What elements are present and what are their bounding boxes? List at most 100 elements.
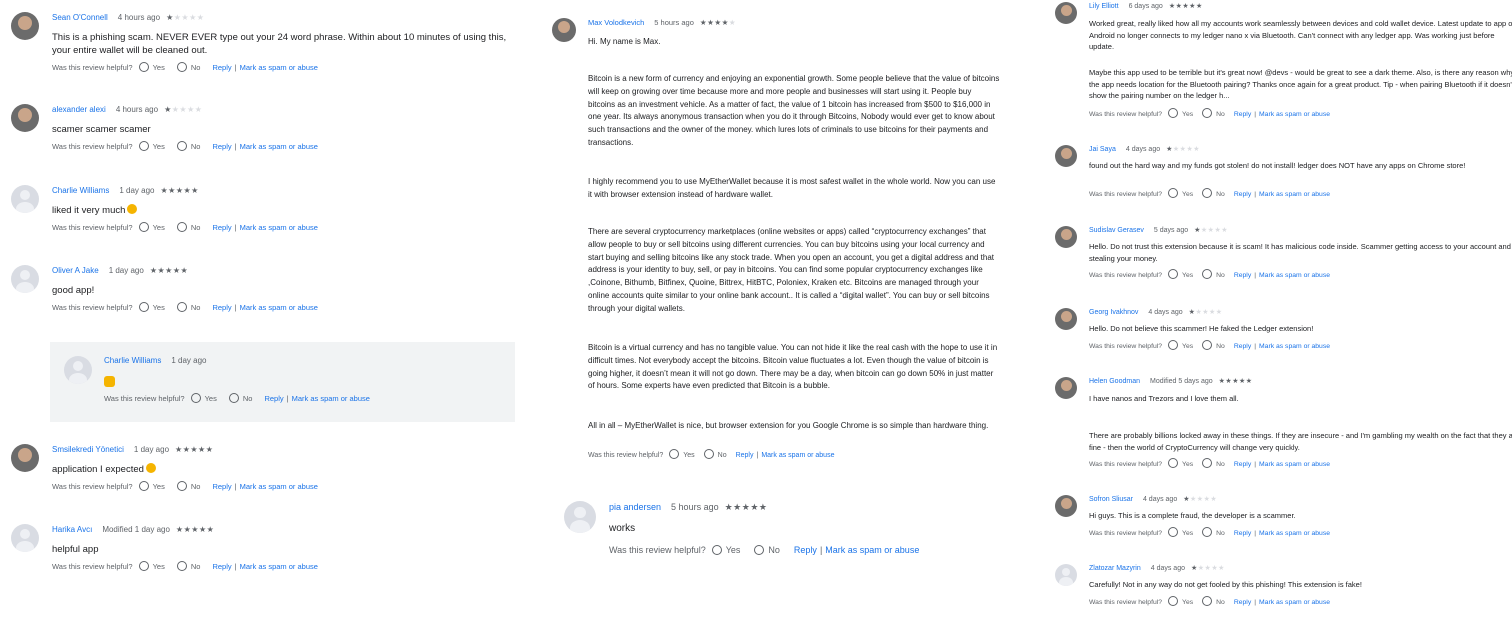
- yes-radio[interactable]: [1168, 108, 1179, 118]
- reply-link[interactable]: Reply: [212, 482, 231, 491]
- mark-spam-link[interactable]: Mark as spam or abuse: [1259, 111, 1330, 118]
- yes-label[interactable]: Yes: [683, 452, 694, 459]
- no-label[interactable]: No: [191, 63, 201, 72]
- yes-radio[interactable]: [1168, 526, 1179, 537]
- yes-label[interactable]: Yes: [205, 394, 217, 403]
- author-name[interactable]: Max Volodkevich: [588, 18, 644, 27]
- yes-radio[interactable]: [138, 141, 149, 151]
- mark-spam-link[interactable]: Mark as spam or abuse: [1259, 343, 1330, 350]
- no-radio[interactable]: [176, 302, 187, 312]
- reply-link[interactable]: Reply: [736, 452, 754, 459]
- author-name[interactable]: pia andersen: [609, 502, 661, 512]
- no-label[interactable]: No: [1216, 461, 1225, 468]
- yes-radio[interactable]: [1168, 339, 1179, 350]
- reply-link[interactable]: Reply: [212, 223, 231, 232]
- mark-spam-link[interactable]: Mark as spam or abuse: [1259, 599, 1330, 606]
- no-label[interactable]: No: [768, 545, 780, 555]
- yes-label[interactable]: Yes: [153, 482, 165, 491]
- no-label[interactable]: No: [718, 452, 727, 459]
- yes-label[interactable]: Yes: [1182, 530, 1193, 537]
- reply-link[interactable]: Reply: [212, 303, 231, 312]
- yes-label[interactable]: Yes: [153, 63, 165, 72]
- author-name[interactable]: Jai Saya: [1089, 146, 1116, 153]
- reply-link[interactable]: Reply: [1234, 111, 1251, 118]
- yes-label[interactable]: Yes: [726, 545, 741, 555]
- mark-spam-link[interactable]: Mark as spam or abuse: [1259, 461, 1330, 468]
- yes-label[interactable]: Yes: [1182, 461, 1193, 468]
- author-name[interactable]: Georg Ivakhnov: [1089, 309, 1138, 316]
- no-label[interactable]: No: [1216, 111, 1225, 118]
- reply-link[interactable]: Reply: [1234, 343, 1251, 350]
- mark-spam-link[interactable]: Mark as spam or abuse: [240, 63, 318, 72]
- reply-link[interactable]: Reply: [794, 545, 817, 555]
- no-radio[interactable]: [703, 449, 714, 459]
- no-radio[interactable]: [228, 393, 239, 403]
- mark-spam-link[interactable]: Mark as spam or abuse: [1259, 191, 1330, 198]
- yes-label[interactable]: Yes: [153, 303, 165, 312]
- no-radio[interactable]: [1202, 188, 1213, 198]
- no-radio[interactable]: [1202, 458, 1213, 468]
- no-label[interactable]: No: [1216, 343, 1225, 350]
- no-label[interactable]: No: [191, 142, 201, 151]
- yes-label[interactable]: Yes: [153, 142, 165, 151]
- yes-radio[interactable]: [711, 545, 722, 555]
- no-radio[interactable]: [1202, 526, 1213, 537]
- reply-link[interactable]: Reply: [264, 394, 283, 403]
- yes-label[interactable]: Yes: [153, 223, 165, 232]
- mark-spam-link[interactable]: Mark as spam or abuse: [761, 452, 834, 459]
- mark-spam-link[interactable]: Mark as spam or abuse: [240, 482, 318, 491]
- author-name[interactable]: Helen Goodman: [1089, 378, 1140, 385]
- reply-link[interactable]: Reply: [1234, 599, 1251, 606]
- reply-link[interactable]: Reply: [212, 142, 231, 151]
- no-label[interactable]: No: [1216, 272, 1225, 279]
- yes-label[interactable]: Yes: [1182, 343, 1193, 350]
- no-label[interactable]: No: [191, 562, 201, 571]
- no-radio[interactable]: [176, 222, 187, 232]
- yes-label[interactable]: Yes: [153, 562, 165, 571]
- no-label[interactable]: No: [1216, 599, 1225, 606]
- no-radio[interactable]: [176, 141, 187, 151]
- reply-link[interactable]: Reply: [1234, 461, 1251, 468]
- no-radio[interactable]: [754, 545, 765, 555]
- no-radio[interactable]: [1202, 269, 1213, 279]
- author-name[interactable]: alexander alexi: [52, 105, 106, 114]
- no-radio[interactable]: [176, 62, 187, 72]
- no-radio[interactable]: [1202, 339, 1213, 350]
- author-name[interactable]: Lily Elliott: [1089, 3, 1119, 10]
- yes-radio[interactable]: [1168, 269, 1179, 279]
- yes-radio[interactable]: [138, 62, 149, 72]
- yes-label[interactable]: Yes: [1182, 111, 1193, 118]
- no-label[interactable]: No: [243, 394, 253, 403]
- no-label[interactable]: No: [191, 303, 201, 312]
- yes-label[interactable]: Yes: [1182, 191, 1193, 198]
- yes-radio[interactable]: [1168, 188, 1179, 198]
- mark-spam-link[interactable]: Mark as spam or abuse: [240, 223, 318, 232]
- yes-label[interactable]: Yes: [1182, 599, 1193, 606]
- yes-radio[interactable]: [1168, 595, 1179, 606]
- no-label[interactable]: No: [191, 223, 201, 232]
- reply-author[interactable]: Charlie Williams: [104, 356, 161, 365]
- yes-radio[interactable]: [1168, 458, 1179, 468]
- no-radio[interactable]: [1202, 595, 1213, 606]
- reply-link[interactable]: Reply: [212, 562, 231, 571]
- yes-radio[interactable]: [190, 393, 201, 403]
- mark-spam-link[interactable]: Mark as spam or abuse: [240, 303, 318, 312]
- author-name[interactable]: Zlatozar Mazyrin: [1089, 565, 1141, 572]
- yes-label[interactable]: Yes: [1182, 272, 1193, 279]
- author-name[interactable]: Charlie Williams: [52, 186, 109, 195]
- mark-spam-link[interactable]: Mark as spam or abuse: [240, 142, 318, 151]
- mark-spam-link[interactable]: Mark as spam or abuse: [825, 545, 919, 555]
- no-label[interactable]: No: [1216, 191, 1225, 198]
- author-name[interactable]: Sudislav Gerasev: [1089, 227, 1144, 234]
- reply-link[interactable]: Reply: [212, 63, 231, 72]
- author-name[interactable]: Sean O'Connell: [52, 13, 108, 22]
- no-label[interactable]: No: [191, 482, 201, 491]
- no-label[interactable]: No: [1216, 530, 1225, 537]
- no-radio[interactable]: [1202, 108, 1213, 118]
- mark-spam-link[interactable]: Mark as spam or abuse: [1259, 530, 1330, 537]
- author-name[interactable]: Sofron Sliusar: [1089, 496, 1133, 503]
- no-radio[interactable]: [176, 481, 187, 491]
- mark-spam-link[interactable]: Mark as spam or abuse: [1259, 272, 1330, 279]
- yes-radio[interactable]: [138, 222, 149, 232]
- yes-radio[interactable]: [138, 561, 149, 571]
